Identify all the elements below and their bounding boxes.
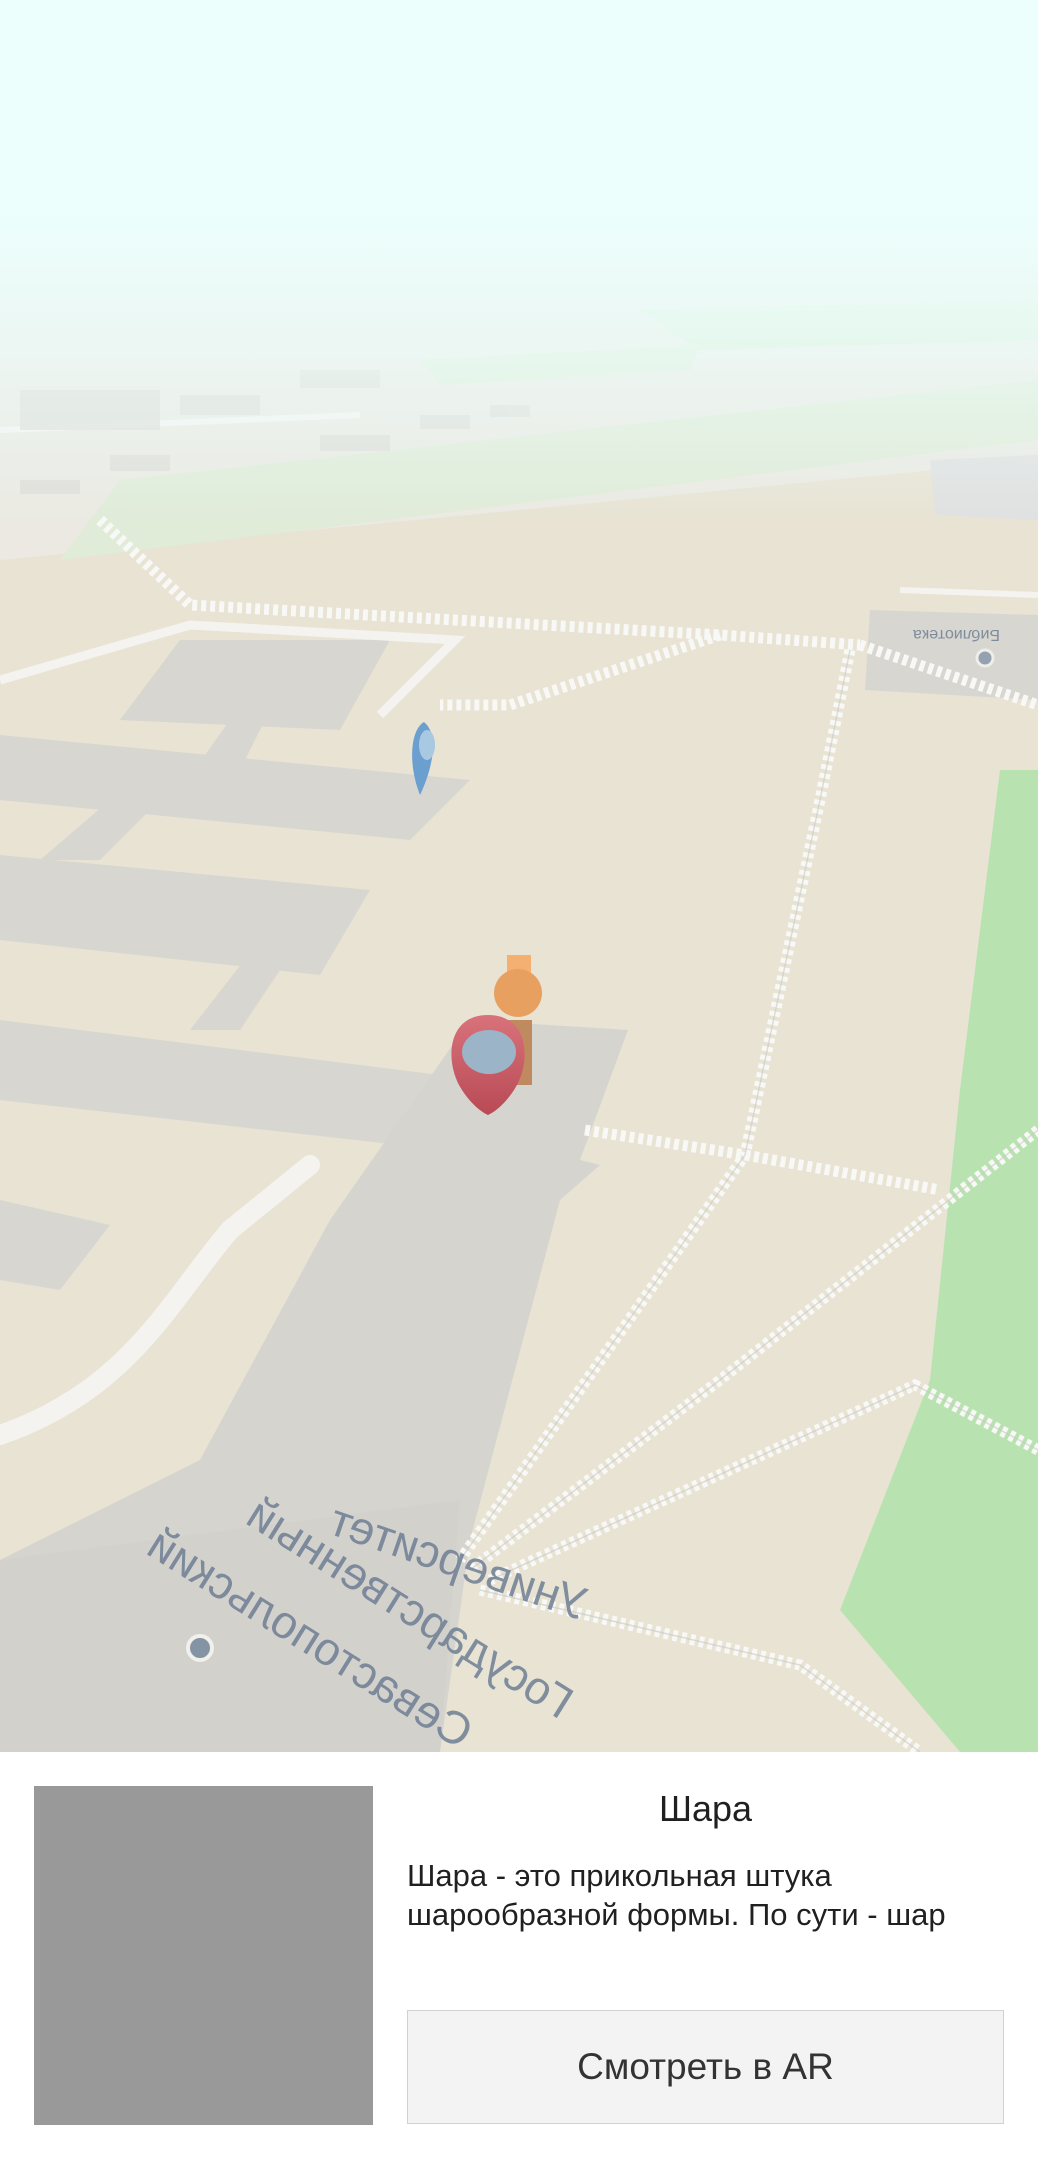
object-description: Шара - это прикольная штука шарообразной… bbox=[407, 1858, 946, 1932]
building-label: Библиотека bbox=[913, 626, 1000, 643]
map-poi-dot bbox=[975, 648, 995, 668]
sky-fog bbox=[0, 0, 1038, 1752]
view-in-ar-button[interactable]: Смотреть в AR bbox=[407, 2010, 1004, 2124]
object-title: Шара bbox=[658, 1788, 753, 1829]
ar-map-view[interactable]: Университет Государственный Севастопольс… bbox=[0, 0, 1038, 1752]
map-poi-dot bbox=[186, 1634, 214, 1662]
object-thumbnail bbox=[34, 1786, 373, 2125]
object-info-panel: Шара Шара - это прикольная штука шарообр… bbox=[0, 1752, 1038, 2160]
